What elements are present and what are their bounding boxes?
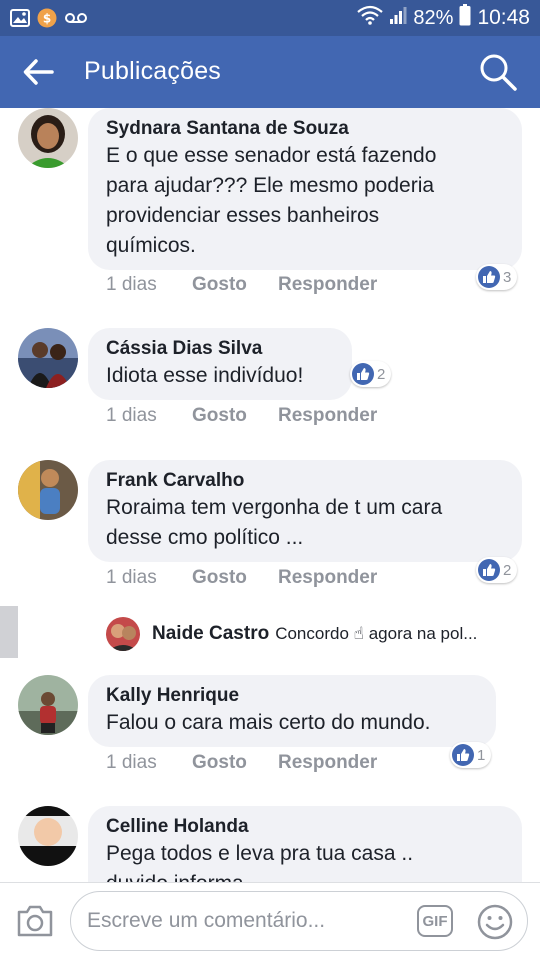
reply-button[interactable]: Responder [278, 567, 377, 589]
like-button[interactable]: Gosto [192, 567, 278, 589]
reply-button[interactable]: Responder [278, 405, 377, 427]
like-badge-icon [452, 744, 474, 766]
avatar[interactable] [18, 806, 78, 866]
clock: 10:48 [477, 6, 530, 29]
like-badge-icon [478, 266, 500, 288]
like-button[interactable]: Gosto [192, 274, 278, 296]
coin-notification-icon: $ [36, 7, 58, 29]
comment-time: 1 dias [106, 274, 157, 295]
comment-input-box[interactable]: GIF [70, 891, 528, 951]
reply-text: Concordo ☝ agora na pol... [275, 624, 478, 643]
reaction-number: 1 [477, 746, 486, 764]
comment-author[interactable]: Sydnara Santana de Souza [106, 117, 504, 141]
gallery-icon [10, 7, 30, 29]
thread-indicator [0, 606, 18, 658]
signal-icon [389, 6, 407, 30]
avatar [106, 617, 140, 651]
reaction-count[interactable]: 3 [476, 264, 518, 290]
page-title: Publicações [84, 57, 222, 85]
reply-author[interactable]: Naide Castro [152, 623, 269, 645]
battery-icon [459, 4, 471, 32]
comment-bubble: Kally Henrique Falou o cara mais certo d… [88, 675, 496, 747]
like-button[interactable]: Gosto [192, 752, 278, 774]
reply-preview[interactable]: Naide Castro Concordo ☝ agora na pol... [106, 616, 477, 652]
comment-text: E o que esse senador está fazendo para a… [106, 144, 437, 257]
like-button[interactable]: Gosto [192, 405, 278, 427]
comment-composer: GIF [0, 882, 540, 960]
comment-text: Roraima tem vergonha de t um cara desse … [106, 496, 443, 549]
reaction-count[interactable]: 2 [476, 557, 518, 583]
voicemail-icon [64, 7, 88, 29]
reply-button[interactable]: Responder [278, 274, 377, 296]
like-badge-icon [352, 363, 374, 385]
comments-feed[interactable]: Sydnara Santana de Souza E o que esse se… [0, 108, 540, 882]
comment-bubble: Celline Holanda Pega todos e leva pra tu… [88, 806, 522, 882]
avatar[interactable] [18, 675, 78, 735]
comment-time: 1 dias [106, 567, 157, 588]
comment-author[interactable]: Kally Henrique [106, 684, 478, 708]
comment-actions: 1 dias Gosto Responder [106, 274, 377, 296]
search-icon[interactable] [478, 52, 518, 92]
reaction-number: 3 [503, 268, 512, 286]
avatar[interactable] [18, 328, 78, 388]
comment-author[interactable]: Celline Holanda [106, 815, 504, 839]
avatar[interactable] [18, 460, 78, 520]
reply-button[interactable]: Responder [278, 752, 377, 774]
like-badge-icon [478, 559, 500, 581]
avatar[interactable] [18, 108, 78, 168]
comment-bubble: Cássia Dias Silva Idiota esse indivíduo! [88, 328, 352, 400]
comment-time: 1 dias [106, 752, 157, 773]
comment-bubble: Frank Carvalho Roraima tem vergonha de t… [88, 460, 522, 562]
comment-author[interactable]: Frank Carvalho [106, 469, 504, 493]
status-bar: $ 82% 10:48 [0, 0, 540, 36]
reaction-number: 2 [377, 365, 386, 383]
app-bar: Publicações [0, 36, 540, 108]
svg-text:$: $ [43, 12, 51, 26]
camera-icon[interactable] [16, 903, 54, 939]
comment-time: 1 dias [106, 405, 157, 426]
comment-author[interactable]: Cássia Dias Silva [106, 337, 334, 361]
gif-button[interactable]: GIF [417, 905, 453, 937]
comment-text: Pega todos e leva pra tua casa .. duvido… [106, 842, 414, 882]
comment-text: Idiota esse indivíduo! [106, 364, 304, 387]
comment-input[interactable] [87, 892, 407, 950]
comment-actions: 1 dias Gosto Responder [106, 752, 377, 774]
comment-text: Falou o cara mais certo do mundo. [106, 711, 431, 734]
reaction-number: 2 [503, 561, 512, 579]
reaction-count[interactable]: 1 [450, 742, 492, 768]
emoji-icon[interactable] [477, 904, 513, 940]
comment-bubble: Sydnara Santana de Souza E o que esse se… [88, 108, 522, 270]
battery-percent: 82% [413, 6, 454, 29]
comment-actions: 1 dias Gosto Responder [106, 405, 377, 427]
wifi-icon [357, 5, 384, 31]
comment-actions: 1 dias Gosto Responder [106, 567, 377, 589]
reaction-count[interactable]: 2 [350, 361, 392, 387]
back-arrow-icon[interactable] [22, 56, 58, 88]
